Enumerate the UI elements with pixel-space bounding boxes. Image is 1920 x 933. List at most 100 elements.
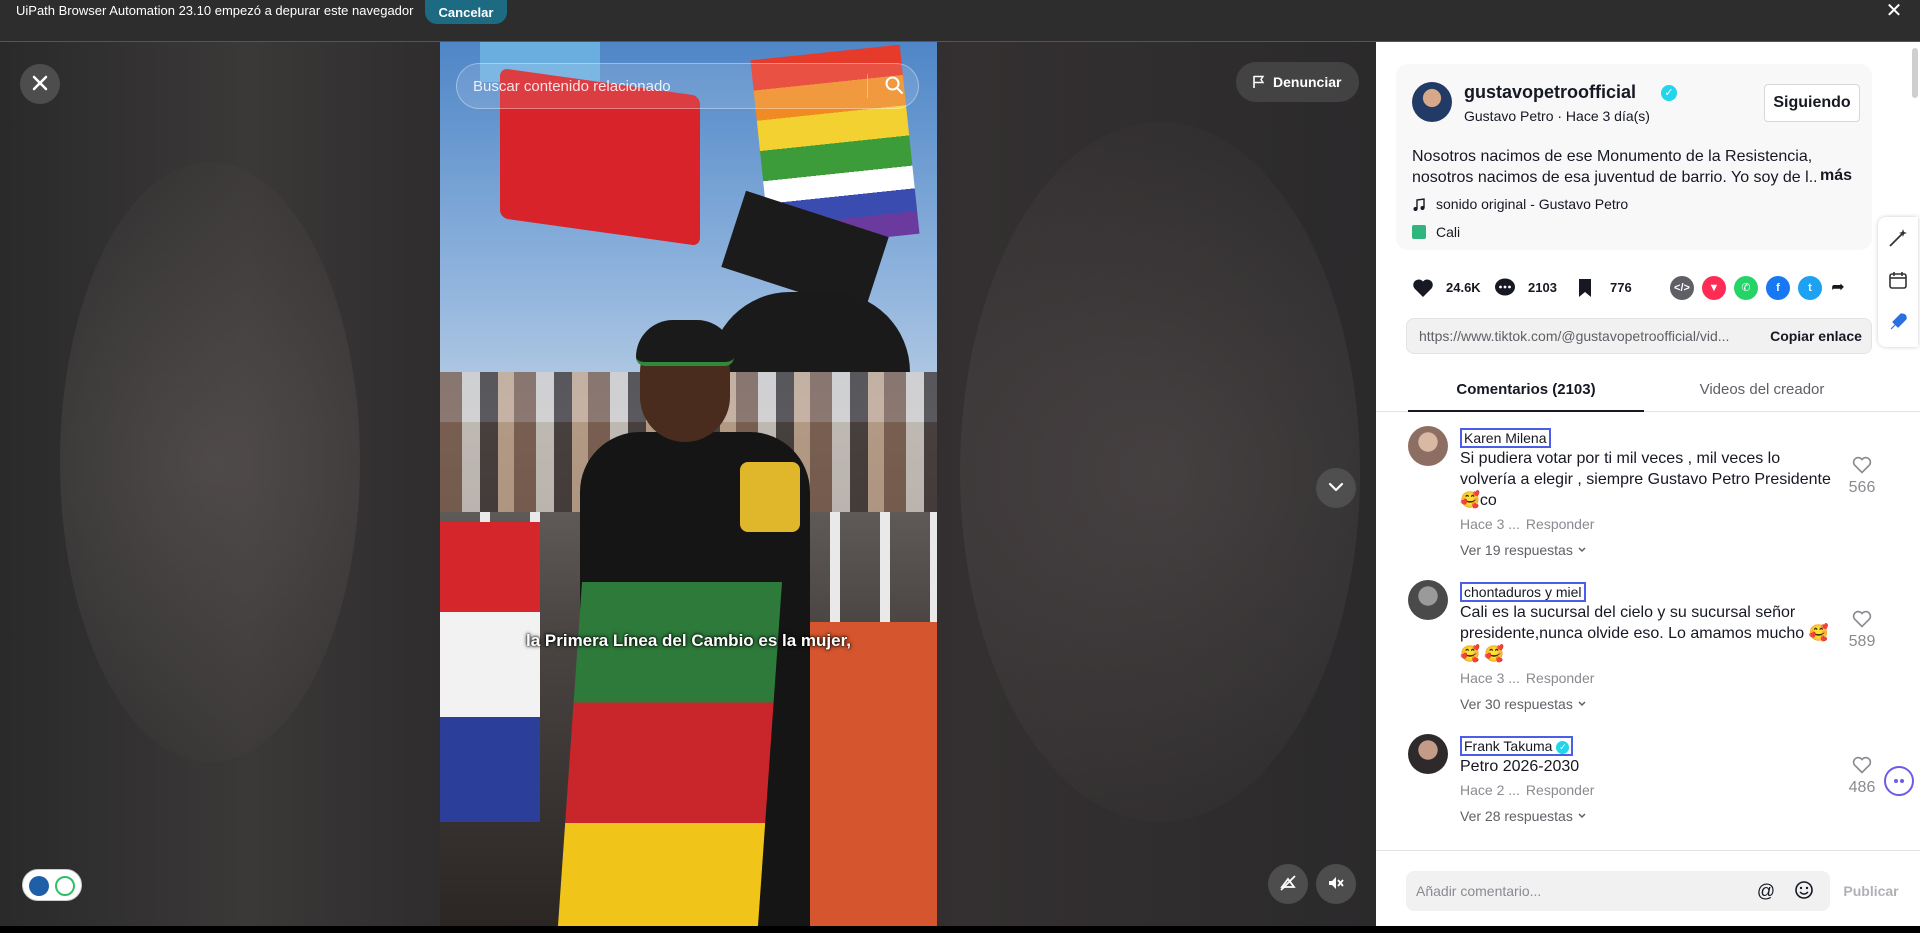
next-video-button[interactable] [1316,468,1356,508]
comment-input[interactable] [1416,871,1746,911]
music-note-icon [1413,198,1425,211]
view-replies-button[interactable]: Ver 30 respuestas [1460,696,1587,712]
magic-wand-tool[interactable] [1886,227,1910,251]
video-flag [440,522,540,822]
like-count: 24.6K [1446,280,1481,295]
mention-icon[interactable]: @ [1754,879,1778,903]
power-icon[interactable] [55,876,75,896]
twitter-icon[interactable]: t [1798,276,1822,300]
calendar-edit-icon [1889,272,1907,289]
comment-item: Frank Takuma ✓ Petro 2026-2030 Hace 2 ...… [1408,734,1898,830]
background-blur [960,122,1360,822]
save-count: 776 [1610,280,1632,295]
comment-like-button[interactable]: 589 [1844,610,1880,651]
emoji-button[interactable] [1792,879,1816,903]
following-button[interactable]: Siguiendo [1764,84,1860,122]
reply-button[interactable]: Responder [1526,670,1595,686]
volume-muted-icon [1329,876,1344,889]
robot-face-icon [1894,779,1904,783]
description-line: Nosotros nacimos de ese Monumento de la … [1412,148,1813,165]
view-replies-label: Ver 30 respuestas [1460,696,1573,712]
heart-icon [1413,279,1433,297]
comment-meta: Hace 2 ... Responder [1460,782,1594,798]
automation-banner: UiPath Browser Automation 23.10 empezó a… [0,0,1920,42]
close-banner-icon[interactable]: ✕ [1882,0,1906,22]
location-pin-icon [1412,225,1426,239]
actions-row: 24.6K 2103 776 </> ▼ ✆ f t ➦ [1412,274,1882,302]
assistant-bubble[interactable] [1884,766,1914,796]
comment-like-count: 486 [1848,779,1876,796]
commenter-avatar[interactable] [1408,580,1448,620]
flag-icon [1253,75,1265,88]
rocket-tool[interactable] [1886,311,1910,335]
tab-creator-videos[interactable]: Videos del creador [1644,368,1880,412]
extension-toggle[interactable] [22,869,82,901]
related-search-input[interactable] [473,64,873,108]
close-video-button[interactable] [20,64,60,104]
comment-count: 2103 [1528,280,1557,295]
video-link-url[interactable]: https://www.tiktok.com/@gustavopetrooffi… [1419,328,1749,344]
details-panel: gustavopetroofficial ✓ Gustavo Petro · H… [1376,42,1920,926]
comment-time: Hace 3 ... [1460,516,1520,532]
comment-meta: Hace 3 ... Responder [1460,670,1594,686]
search-button[interactable] [877,70,911,102]
view-replies-label: Ver 19 respuestas [1460,542,1573,558]
related-search-box[interactable] [456,63,919,109]
video-subtitle: la Primera Línea del Cambio es la mujer, [525,631,852,650]
author-avatar[interactable] [1412,82,1452,122]
float-player-icon [1280,874,1296,891]
reply-button[interactable]: Responder [1526,782,1595,798]
save-action[interactable]: 776 [1576,274,1646,302]
comment-text: Cali es la sucursal del cielo y su sucur… [1460,604,1829,663]
comment-like-button[interactable]: 566 [1844,456,1880,497]
panel-tabs: Comentarios (2103) Videos del creador [1376,368,1920,412]
commenter-name[interactable]: Karen Milena [1460,428,1551,448]
comment-time: Hace 3 ... [1460,670,1520,686]
view-replies-button[interactable]: Ver 28 respuestas [1460,808,1587,824]
comment-item: chontaduros y miel Cali es la sucursal d… [1408,580,1898,728]
commenter-name[interactable]: chontaduros y miel [1460,582,1586,602]
extension-logo-icon [29,876,49,896]
report-label: Denunciar [1273,74,1342,90]
commenter-name-container[interactable]: Frank Takuma ✓ [1460,736,1574,756]
tab-comments[interactable]: Comentarios (2103) [1408,368,1644,412]
emoji-icon [1795,880,1813,899]
magic-wand-icon [1889,229,1907,247]
comment-like-count: 589 [1848,633,1876,650]
facebook-icon[interactable]: f [1766,276,1790,300]
post-info-card: gustavopetroofficial ✓ Gustavo Petro · H… [1396,64,1872,250]
comment-action[interactable]: 2103 [1494,274,1574,302]
comment-text: Petro 2026-2030 [1460,758,1580,775]
extension-side-toolbar [1878,217,1918,347]
view-replies-button[interactable]: Ver 19 respuestas [1460,542,1587,558]
commenter-avatar[interactable] [1408,734,1448,774]
whatsapp-icon[interactable]: ✆ [1734,276,1758,300]
see-more-link[interactable]: más [1816,167,1853,185]
comment-like-count: 566 [1848,479,1876,496]
floating-player-button[interactable] [1268,864,1308,904]
video-frame[interactable] [440,42,937,926]
video-person-hat [636,320,734,366]
report-button[interactable]: Denunciar [1236,62,1359,102]
author-username[interactable]: gustavopetroofficial [1464,82,1636,103]
description-line: nosotros nacimos de esa juventud de barr… [1412,169,1823,186]
calendar-tool[interactable] [1886,269,1910,293]
comment-time: Hace 2 ... [1460,782,1520,798]
chevron-down-icon [1578,701,1586,707]
publish-comment-button[interactable]: Publicar [1836,879,1906,903]
commenter-avatar[interactable] [1408,426,1448,466]
mute-button[interactable] [1316,864,1356,904]
comment-meta: Hace 3 ... Responder [1460,516,1594,532]
cancel-debug-button[interactable]: Cancelar [425,0,507,24]
tiktok-friends-icon[interactable]: ▼ [1702,276,1726,300]
like-action[interactable]: 24.6K [1412,274,1492,302]
page-scrollbar[interactable] [1912,48,1918,98]
add-comment-bar: @ Publicar [1376,850,1920,926]
search-divider [867,74,868,98]
copy-link-button[interactable]: Copiar enlace [1759,319,1873,353]
embed-icon[interactable]: </> [1670,276,1694,300]
share-arrow-icon[interactable]: ➦ [1826,276,1850,300]
comment-like-button[interactable]: 486 [1844,756,1880,797]
reply-button[interactable]: Responder [1526,516,1595,532]
chevron-down-icon [1578,547,1586,553]
